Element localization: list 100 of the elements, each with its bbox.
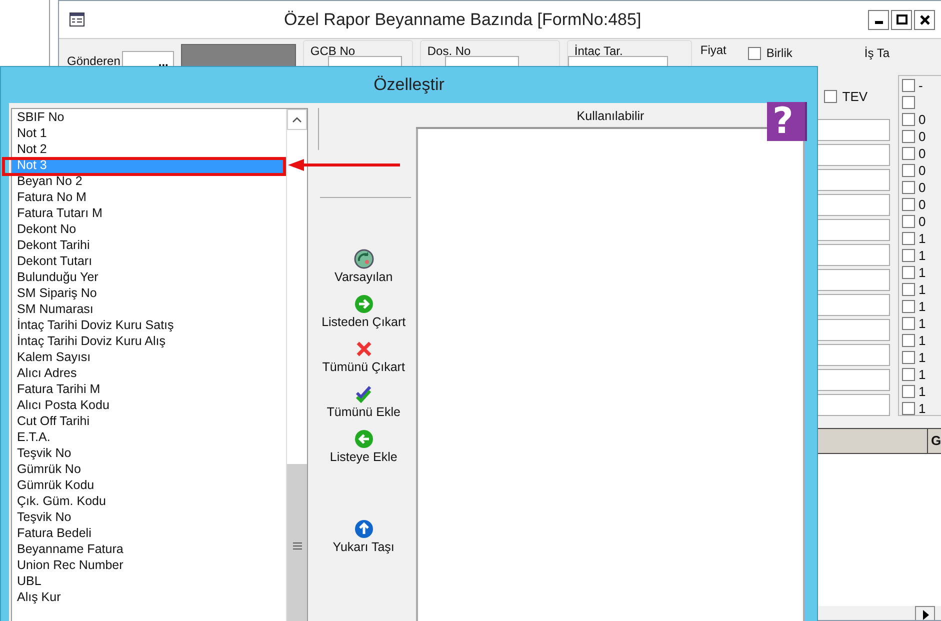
list-item[interactable]: Beyanname Fatura bbox=[12, 541, 286, 557]
right-arrow-icon bbox=[920, 609, 930, 620]
reset-icon bbox=[354, 249, 374, 269]
field-label: Gönderen bbox=[67, 54, 120, 68]
grip-icon bbox=[292, 542, 302, 550]
checkbox[interactable] bbox=[902, 79, 914, 92]
list-item[interactable]: Not 2 bbox=[12, 141, 286, 157]
checkbox[interactable] bbox=[902, 130, 914, 143]
window-title: Özel Rapor Beyanname Bazında [FormNo:485] bbox=[284, 10, 642, 30]
list-item[interactable]: SM Sipariş No bbox=[12, 285, 286, 301]
list-item[interactable]: Dekont No bbox=[12, 221, 286, 237]
checkbox[interactable] bbox=[902, 232, 914, 245]
checkbox[interactable] bbox=[902, 402, 914, 415]
action-button[interactable]: Listeye Ekle bbox=[330, 429, 398, 464]
help-button[interactable]: ? bbox=[767, 102, 807, 141]
checkbox-label: 1 bbox=[918, 248, 926, 263]
checkbox-label: - bbox=[918, 78, 923, 93]
checkbox-label: 0 bbox=[918, 197, 926, 212]
maximize-icon bbox=[896, 14, 908, 26]
scroll-right-button[interactable] bbox=[915, 606, 935, 620]
list-item[interactable]: Cut Off Tarihi bbox=[12, 413, 286, 429]
list-item[interactable]: Fatura Bedeli bbox=[12, 525, 286, 541]
checkbox[interactable] bbox=[902, 96, 914, 109]
app-icon bbox=[69, 12, 85, 27]
list-item[interactable]: SBIF No bbox=[12, 109, 286, 125]
close-button[interactable] bbox=[914, 10, 935, 30]
maximize-button[interactable] bbox=[891, 10, 912, 30]
checkbox[interactable] bbox=[902, 164, 914, 177]
checkbox[interactable] bbox=[902, 385, 914, 398]
checkbox-label: 0 bbox=[918, 214, 926, 229]
list-item[interactable]: Bulunduğu Yer bbox=[12, 269, 286, 285]
checkbox-label: TEV bbox=[842, 89, 868, 104]
list-item[interactable]: Dekont Tarihi bbox=[12, 237, 286, 253]
checkbox-label: 0 bbox=[918, 163, 926, 178]
list-item[interactable]: UBL bbox=[12, 573, 286, 589]
list-item[interactable]: Beyan No 2 bbox=[12, 173, 286, 189]
checkbox[interactable] bbox=[902, 113, 914, 126]
list-item[interactable]: İntaç Tarihi Doviz Kuru Satış bbox=[12, 317, 286, 333]
group-label: Dos. No bbox=[427, 44, 471, 58]
checkbox[interactable] bbox=[902, 198, 914, 211]
checkbox[interactable] bbox=[902, 334, 914, 347]
action-button[interactable]: Varsayılan bbox=[334, 249, 393, 284]
list-item[interactable]: SM Numarası bbox=[12, 301, 286, 317]
scroll-thumb[interactable] bbox=[287, 464, 308, 621]
checkbox[interactable] bbox=[748, 46, 762, 60]
list-item[interactable]: Gümrük No bbox=[12, 461, 286, 477]
list-item[interactable]: Alıcı Adres bbox=[12, 365, 286, 381]
checkbox[interactable] bbox=[902, 266, 914, 279]
checkbox-label: 1 bbox=[918, 350, 926, 365]
checkbox[interactable] bbox=[902, 368, 914, 381]
double-check-icon bbox=[354, 384, 374, 404]
close-icon bbox=[918, 14, 930, 26]
caret-up-icon bbox=[292, 116, 302, 124]
checkbox-label: 0 bbox=[918, 112, 926, 127]
checkbox[interactable] bbox=[902, 317, 914, 330]
column-header[interactable]: G bbox=[927, 429, 941, 453]
action-button[interactable]: Tümünü Ekle bbox=[326, 384, 400, 419]
checkbox-label: 0 bbox=[918, 180, 926, 195]
checkbox[interactable] bbox=[902, 215, 914, 228]
minimize-button[interactable] bbox=[868, 10, 889, 30]
action-button[interactable]: Yukarı Taşı bbox=[332, 519, 394, 554]
checkbox-label: 1 bbox=[918, 265, 926, 280]
list-item[interactable]: Fatura Tarihi M bbox=[12, 381, 286, 397]
list-item[interactable]: Kalem Sayısı bbox=[12, 349, 286, 365]
checkbox-label: Birlik bbox=[766, 46, 792, 60]
list-item[interactable]: E.T.A. bbox=[12, 429, 286, 445]
checkbox[interactable] bbox=[902, 249, 914, 262]
list-item[interactable]: Alış Kur bbox=[12, 589, 286, 605]
scroll-up-button[interactable] bbox=[287, 109, 308, 130]
checkbox[interactable] bbox=[902, 351, 914, 364]
list-item[interactable]: Dekont Tutarı bbox=[12, 253, 286, 269]
checkbox-label: 1 bbox=[918, 401, 926, 416]
action-button[interactable]: Tümünü Çıkart bbox=[322, 339, 405, 374]
list-item[interactable]: Gümrük Kodu bbox=[12, 477, 286, 493]
list-item[interactable]: Not 1 bbox=[12, 125, 286, 141]
checkbox-label: 1 bbox=[918, 231, 926, 246]
checkbox-label: 1 bbox=[918, 316, 926, 331]
checkbox-label: 1 bbox=[918, 384, 926, 399]
checkbox[interactable] bbox=[902, 283, 914, 296]
checkbox[interactable] bbox=[902, 147, 914, 160]
checkbox[interactable] bbox=[824, 90, 838, 103]
checkbox-label: 1 bbox=[918, 299, 926, 314]
list-item[interactable]: Fatura Tutarı M bbox=[12, 205, 286, 221]
list-item[interactable]: Teşvik No bbox=[12, 445, 286, 461]
checkbox[interactable] bbox=[902, 181, 914, 194]
action-button[interactable]: Listeden Çıkart bbox=[322, 294, 406, 329]
list-item[interactable]: Union Rec Number bbox=[12, 557, 286, 573]
list-item[interactable]: Teşvik No bbox=[12, 509, 286, 525]
field-label: Fiyat bbox=[700, 43, 726, 57]
checkbox-label: 0 bbox=[918, 129, 926, 144]
list-item[interactable]: İntaç Tarihi Doviz Kuru Alış bbox=[12, 333, 286, 349]
list-item[interactable]: Fatura No M bbox=[12, 189, 286, 205]
checkbox-label: 0 bbox=[918, 146, 926, 161]
list-item[interactable]: Çık. Güm. Kodu bbox=[12, 493, 286, 509]
checkbox[interactable] bbox=[902, 300, 914, 313]
group-label: GCB No bbox=[310, 44, 356, 58]
group-label: İntaç Tar. bbox=[574, 44, 623, 58]
field-label: İş Ta bbox=[864, 46, 890, 60]
minimize-icon bbox=[874, 21, 882, 24]
list-item[interactable]: Alıcı Posta Kodu bbox=[12, 397, 286, 413]
